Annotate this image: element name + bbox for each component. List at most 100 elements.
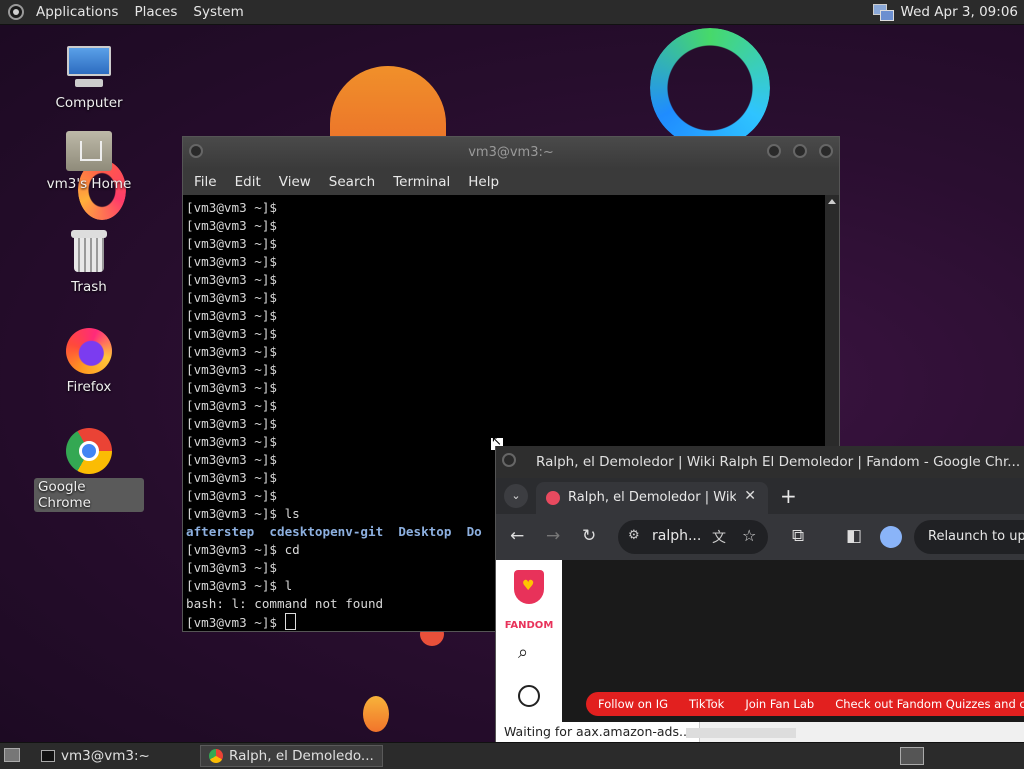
promo-link[interactable]: Join Fan Lab — [733, 697, 823, 711]
prompt-line: [vm3@vm3 ~]$ — [186, 254, 277, 269]
site-info-icon[interactable]: ⚙ — [628, 528, 640, 543]
prompt-line: [vm3@vm3 ~]$ — [186, 344, 277, 359]
new-tab-icon[interactable]: + — [780, 484, 797, 508]
bookmark-star-icon[interactable]: ☆ — [742, 526, 756, 545]
tab-search-icon[interactable]: ⌄ — [504, 484, 528, 508]
promo-bar: Follow on IG TikTok Join Fan Lab Check o… — [586, 692, 1024, 716]
gnome-menu-icon[interactable] — [8, 4, 24, 20]
translate-icon[interactable]: 文 — [712, 527, 726, 547]
address-bar[interactable]: ⚙ ralph... 文 ☆ — [618, 520, 768, 554]
window-menu-button[interactable] — [502, 453, 516, 467]
loading-bar — [686, 728, 796, 738]
prompt-line: [vm3@vm3 ~]$ — [186, 416, 277, 431]
network-icon[interactable] — [872, 4, 894, 21]
show-desktop-icon[interactable] — [4, 748, 20, 762]
status-text: Waiting for aax.amazon-ads... — [496, 722, 700, 742]
prompt-line: [vm3@vm3 ~]$ — [186, 452, 277, 467]
prompt-line: [vm3@vm3 ~]$ — [186, 236, 277, 251]
chrome-titlebar[interactable]: Ralph, el Demoledor | Wiki Ralph El Demo… — [496, 446, 1024, 478]
status-bar: Waiting for aax.amazon-ads... — [496, 722, 1024, 742]
user-icon[interactable] — [518, 685, 540, 707]
clock[interactable]: Wed Apr 3, 09:06 — [901, 4, 1018, 20]
active-tab[interactable]: Ralph, el Demoledor | Wiki Ra ✕ — [536, 482, 768, 514]
chrome-window[interactable]: Ralph, el Demoledor | Wiki Ralph El Demo… — [495, 446, 1024, 742]
close-button[interactable] — [819, 144, 833, 158]
prompt-line: [vm3@vm3 ~]$ — [186, 308, 277, 323]
top-panel: Applications Places System Wed Apr 3, 09… — [0, 0, 1024, 25]
terminal-titlebar[interactable]: vm3@vm3:~ — [183, 137, 839, 169]
taskbar-item-terminal[interactable]: vm3@vm3:~ — [32, 745, 159, 767]
desktop-icon-label: Trash — [71, 279, 107, 295]
promo-link[interactable]: TikTok — [677, 697, 733, 711]
chrome-icon — [209, 749, 223, 763]
side-panel-icon[interactable]: ◧ — [846, 526, 862, 546]
home-folder-icon — [66, 131, 112, 171]
url-text: ralph... — [652, 528, 702, 544]
page-content[interactable]: FANDOM ⌕ Follow on IG TikTok Join Fan La… — [496, 560, 1024, 722]
desktop-icon-trash[interactable]: Trash — [34, 230, 144, 296]
system-menu[interactable]: System — [185, 4, 251, 20]
command-text: ls — [284, 506, 300, 521]
terminal-title: vm3@vm3:~ — [468, 145, 554, 160]
menu-edit[interactable]: Edit — [226, 174, 270, 190]
desktop-icon-firefox[interactable]: Firefox — [34, 328, 144, 396]
ls-entry: afterstep — [186, 524, 255, 539]
profile-avatar-icon[interactable] — [880, 526, 902, 548]
wallpaper-ring — [650, 28, 770, 148]
scroll-up-icon[interactable] — [828, 199, 836, 204]
prompt-line: [vm3@vm3 ~]$ — [186, 560, 277, 575]
promo-link[interactable]: Check out Fandom Quizzes and cha — [823, 697, 1024, 711]
ls-entry: cdesktopenv-git — [269, 524, 384, 539]
prompt-line: [vm3@vm3 ~]$ — [186, 380, 277, 395]
taskbar-label: Ralph, el Demoledo... — [229, 748, 374, 764]
reload-icon[interactable]: ↻ — [582, 526, 596, 546]
minimize-button[interactable] — [767, 144, 781, 158]
prompt-line: [vm3@vm3 ~]$ — [186, 272, 277, 287]
desktop-icon-label: vm3's Home — [46, 176, 132, 192]
prompt-line: [vm3@vm3 ~]$ — [186, 542, 277, 557]
menu-view[interactable]: View — [270, 174, 320, 190]
close-tab-icon[interactable]: ✕ — [744, 488, 756, 504]
relaunch-button[interactable]: Relaunch to upda — [914, 520, 1024, 554]
tab-title: Ralph, el Demoledor | Wiki Ra — [568, 490, 736, 505]
command-text: l — [284, 578, 293, 593]
menu-terminal[interactable]: Terminal — [384, 174, 459, 190]
command-text: cd — [284, 542, 300, 557]
desktop-icon-home[interactable]: vm3's Home — [34, 131, 144, 193]
prompt-line: [vm3@vm3 ~]$ — [186, 470, 277, 485]
search-icon[interactable]: ⌕ — [518, 642, 528, 663]
trash-icon — [71, 230, 107, 274]
chrome-window-title: Ralph, el Demoledor | Wiki Ralph El Demo… — [536, 454, 1021, 470]
workspace-switcher[interactable] — [900, 747, 924, 765]
desktop-icon-chrome[interactable]: Google Chrome — [34, 428, 144, 512]
applications-menu[interactable]: Applications — [28, 4, 126, 20]
extensions-icon[interactable]: ⧉ — [792, 526, 804, 546]
fandom-favicon-icon — [546, 491, 560, 505]
places-menu[interactable]: Places — [126, 4, 185, 20]
desktop-icon-label: Computer — [55, 95, 123, 111]
prompt-line: [vm3@vm3 ~]$ — [186, 434, 277, 449]
prompt-line: [vm3@vm3 ~]$ — [186, 326, 277, 341]
desktop-icon-computer[interactable]: Computer — [34, 46, 144, 112]
fandom-sidebar: FANDOM ⌕ — [496, 560, 562, 722]
menu-search[interactable]: Search — [320, 174, 384, 190]
promo-link[interactable]: Follow on IG — [586, 697, 677, 711]
desktop-icon-label: Firefox — [66, 379, 112, 395]
taskbar-item-chrome[interactable]: Ralph, el Demoledo... — [200, 745, 383, 767]
text-cursor — [284, 613, 296, 630]
ls-entry: Desktop — [398, 524, 452, 539]
forward-icon[interactable]: → — [546, 526, 560, 546]
taskbar-label: vm3@vm3:~ — [61, 748, 150, 764]
fandom-logo-icon[interactable] — [514, 570, 544, 604]
prompt-line: [vm3@vm3 ~]$ — [186, 488, 277, 503]
prompt-line: [vm3@vm3 ~]$ — [186, 200, 277, 215]
firefox-icon — [66, 328, 112, 374]
prompt-line: [vm3@vm3 ~]$ — [186, 398, 277, 413]
prompt-line: [vm3@vm3 ~]$ — [186, 578, 277, 593]
back-icon[interactable]: ← — [510, 526, 524, 546]
menu-help[interactable]: Help — [459, 174, 508, 190]
menu-file[interactable]: File — [185, 174, 226, 190]
terminal-menubar: File Edit View Search Terminal Help — [183, 169, 839, 195]
desktop-icon-label: Google Chrome — [34, 478, 144, 512]
maximize-button[interactable] — [793, 144, 807, 158]
